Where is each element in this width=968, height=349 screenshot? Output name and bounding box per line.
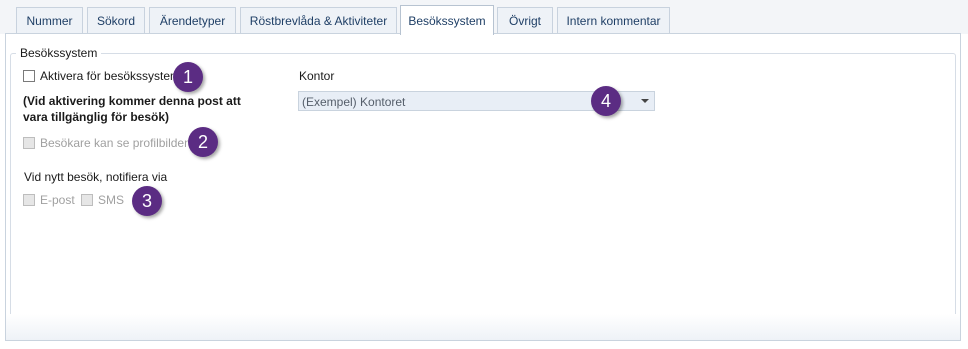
- office-label: Kontor: [299, 69, 335, 83]
- sms-label: SMS: [98, 193, 125, 207]
- tab-bar: Nummer Sökord Ärendetyper Röstbrevlåda &…: [0, 0, 968, 35]
- notify-via-title: Vid nytt besök, notifiera via: [24, 170, 168, 184]
- callout-3: 3: [132, 186, 162, 216]
- tab-nummer[interactable]: Nummer: [16, 7, 83, 33]
- tab-intern-kommentar[interactable]: Intern kommentar: [557, 7, 670, 33]
- callout-2: 2: [188, 127, 218, 157]
- callout-1: 1: [173, 62, 203, 92]
- group-legend: Besökssystem: [16, 46, 102, 60]
- tab-arendetyper[interactable]: Ärendetyper: [149, 7, 236, 33]
- panel-footer-shade: [6, 314, 960, 340]
- callout-4: 4: [591, 86, 621, 116]
- activate-visitor-system-label[interactable]: Aktivera för besökssystem: [40, 69, 180, 83]
- activate-visitor-system-checkbox[interactable]: [23, 70, 35, 82]
- sms-checkbox[interactable]: [81, 194, 93, 206]
- email-checkbox[interactable]: [23, 194, 35, 206]
- tab-besokssystem[interactable]: Besökssystem: [400, 5, 494, 35]
- chevron-down-icon[interactable]: [641, 99, 649, 103]
- visitor-see-profile-checkbox[interactable]: [23, 137, 35, 149]
- tab-rostbrevlada-aktiviteter[interactable]: Röstbrevlåda & Aktiviteter: [240, 7, 397, 33]
- email-label: E-post: [40, 193, 75, 207]
- tab-sokord[interactable]: Sökord: [87, 7, 145, 33]
- visitor-see-profile-label: Besökare kan se profilbilden: [40, 136, 191, 150]
- tab-ovrigt[interactable]: Övrigt: [497, 7, 553, 33]
- activation-note: (Vid aktivering kommer denna post att va…: [23, 94, 241, 124]
- office-dropdown-value: (Exempel) Kontoret: [302, 95, 406, 109]
